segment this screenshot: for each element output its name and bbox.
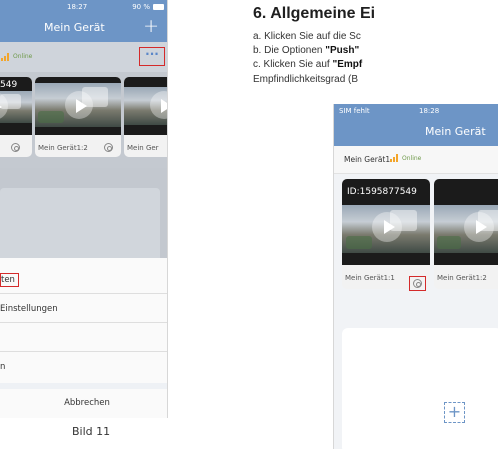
camera-card[interactable]: 549 <box>0 77 32 157</box>
online-status: Online <box>402 155 422 162</box>
gear-icon[interactable] <box>11 143 20 152</box>
gear-icon[interactable] <box>413 279 422 288</box>
camera-name: Mein Gerät1:2 <box>38 144 88 152</box>
camera-card[interactable]: Mein Ger <box>124 77 167 157</box>
status-time: 18:27 <box>67 3 88 11</box>
section-title: 6. Allgemeine Ei <box>253 5 376 22</box>
nav-title: Mein Gerät <box>44 21 105 34</box>
online-status: Online <box>13 53 33 60</box>
nav-title: Mein Gerät <box>425 125 486 138</box>
instruction-d: Empfindlichkeitsgrad (B <box>253 74 359 85</box>
left-app-screenshot: 18:27 90 % Mein Gerät + Online ··· 549 M… <box>0 0 168 418</box>
carrier-status: SIM fehlt <box>339 107 370 115</box>
cancel-button[interactable]: Abbrechen <box>0 389 167 418</box>
status-bar: SIM fehlt 18:28 <box>334 104 498 118</box>
instruction-b: b. Die Optionen "Push" <box>253 45 360 56</box>
instruction-c: c. Klicken Sie auf "Empf <box>253 59 363 70</box>
instruction-a: a. Klicken Sie auf die Sc <box>253 31 361 42</box>
add-device-panel[interactable] <box>342 328 498 449</box>
device-header-row: Online ··· <box>0 42 167 72</box>
add-device-button[interactable]: + <box>143 15 159 37</box>
action-sheet: ten Einstellungen n <box>0 258 167 383</box>
battery-level: 90 % <box>132 3 150 11</box>
device-header-row: Mein Gerät1 Online <box>334 146 498 174</box>
camera-name: Mein Gerät1:2 <box>437 274 487 282</box>
dimmed-background <box>0 168 167 268</box>
camera-card[interactable]: Mein Gerät1:2 <box>35 77 121 157</box>
camera-card[interactable]: Mein Gerät1:2 <box>434 179 498 289</box>
play-icon[interactable] <box>464 212 494 242</box>
sheet-item-label: ten <box>0 273 19 287</box>
sheet-item-label: n <box>0 362 6 372</box>
sheet-item-4[interactable]: n <box>0 353 167 381</box>
sheet-item-3[interactable] <box>0 324 167 352</box>
signal-icon <box>390 154 400 162</box>
camera-id: 549 <box>0 80 18 90</box>
signal-icon <box>1 53 11 61</box>
right-app-screenshot: SIM fehlt 18:28 Mein Gerät Mein Gerät1 O… <box>333 104 498 449</box>
device-name: Mein Gerät1 <box>344 155 391 164</box>
status-bar: 18:27 90 % <box>0 0 167 14</box>
nav-bar: Mein Gerät + <box>0 14 167 42</box>
camera-name: Mein Gerät1:1 <box>345 274 395 282</box>
play-icon[interactable] <box>372 212 402 242</box>
sheet-item-settings[interactable]: Einstellungen <box>0 295 167 323</box>
more-options-button[interactable]: ··· <box>139 47 165 66</box>
gear-icon[interactable] <box>104 143 113 152</box>
sheet-item-label: Einstellungen <box>0 304 58 314</box>
sheet-item-delete[interactable]: ten <box>0 267 167 294</box>
add-device-button[interactable]: + <box>444 402 465 423</box>
play-icon[interactable] <box>65 91 93 119</box>
figure-caption: Bild 11 <box>72 425 111 438</box>
camera-card[interactable]: ID:1595877549 Mein Gerät1:1 <box>342 179 430 289</box>
battery-icon <box>153 4 164 10</box>
camera-cards: ID:1595877549 Mein Gerät1:1 Mein Gerät1:… <box>334 174 498 314</box>
camera-id: ID:1595877549 <box>347 187 417 197</box>
nav-bar: Mein Gerät <box>334 118 498 146</box>
camera-cards: 549 Mein Gerät1:2 Mein Ger <box>0 72 167 168</box>
status-time: 18:28 <box>419 107 440 115</box>
camera-name: Mein Ger <box>127 144 159 152</box>
